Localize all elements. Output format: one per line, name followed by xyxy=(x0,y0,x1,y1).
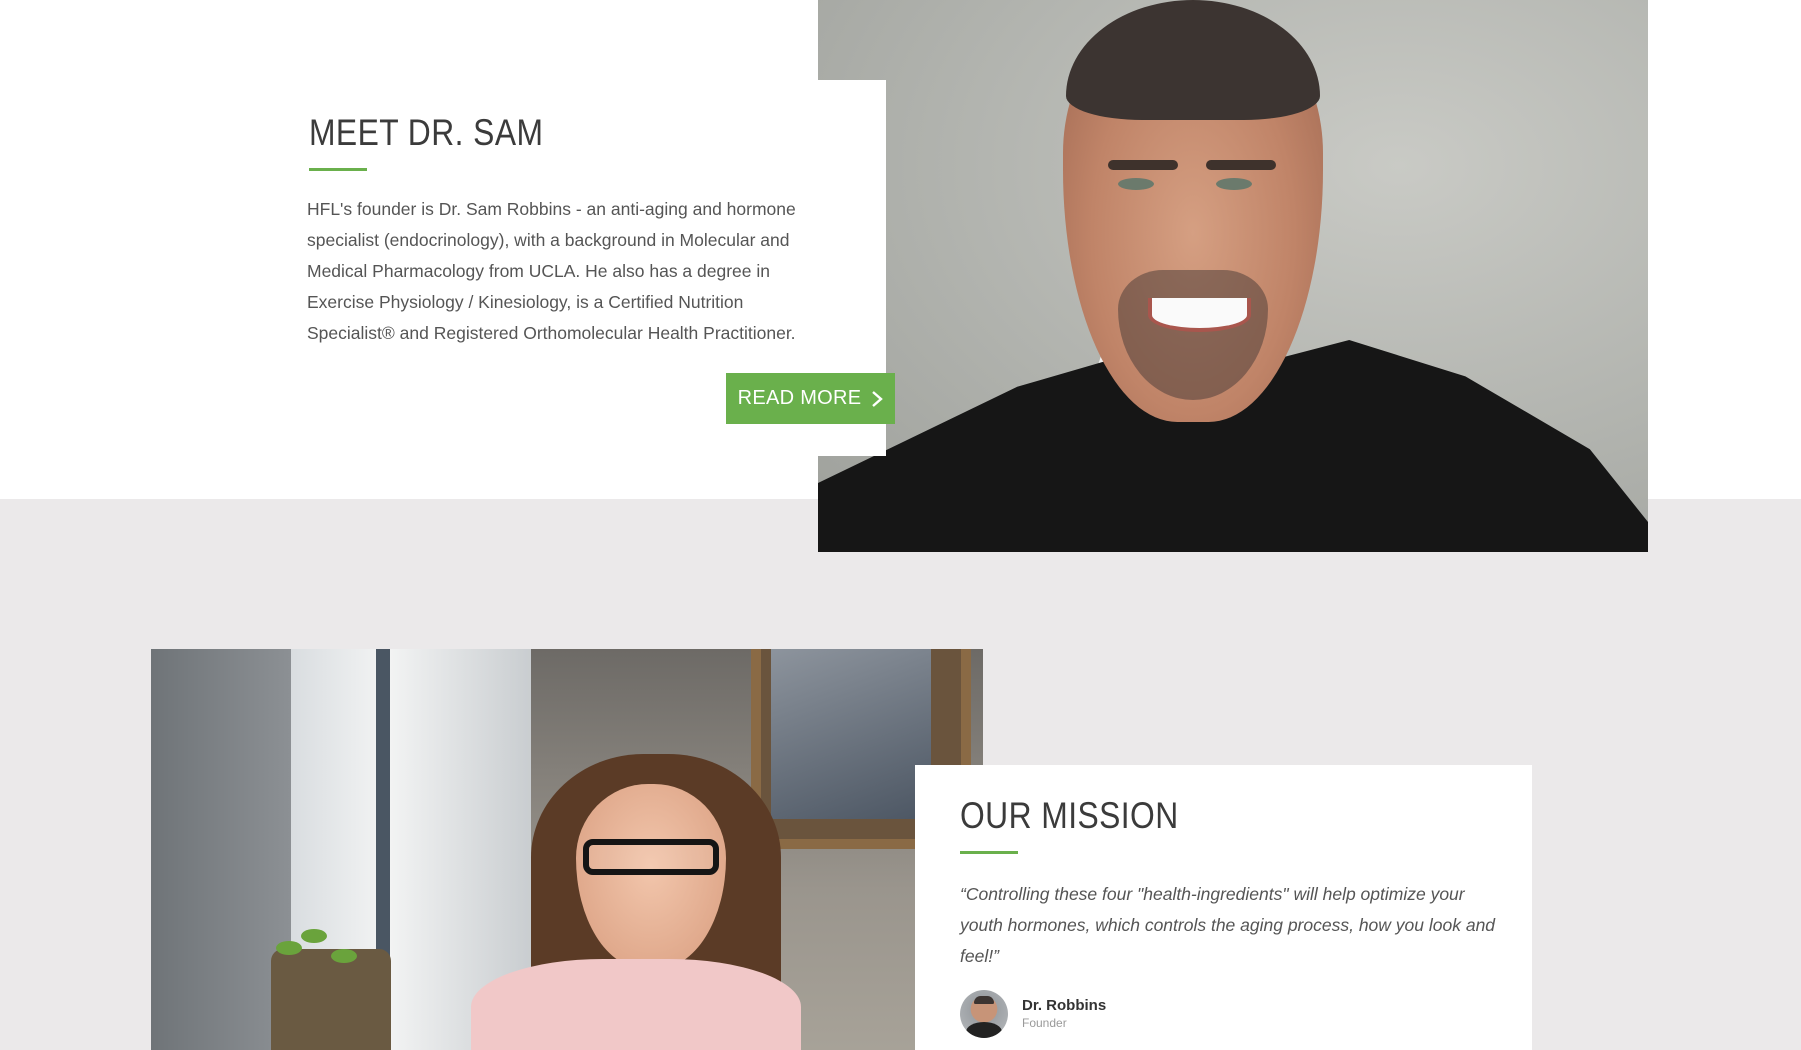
title-underline xyxy=(309,168,367,171)
quote-author: Dr. Robbins Founder xyxy=(960,990,1106,1038)
read-more-label: READ MORE xyxy=(737,387,862,409)
chevron-right-icon xyxy=(872,390,884,407)
author-role: Founder xyxy=(1022,1016,1067,1030)
meet-body-text: HFL's founder is Dr. Sam Robbins - an an… xyxy=(307,199,796,343)
woman-with-phone-photo xyxy=(151,649,983,1050)
our-mission-card: OUR MISSION “Controlling these four "hea… xyxy=(915,765,1532,1050)
meet-title: MEET DR. SAM xyxy=(309,112,544,153)
mission-title: OUR MISSION xyxy=(960,795,1179,836)
author-name: Dr. Robbins xyxy=(1022,997,1107,1014)
avatar xyxy=(960,990,1008,1038)
dr-sam-portrait-photo xyxy=(818,0,1648,552)
read-more-button[interactable]: READ MORE xyxy=(726,373,895,424)
mission-quote: “Controlling these four "health-ingredie… xyxy=(960,884,1496,966)
title-underline xyxy=(960,851,1018,854)
